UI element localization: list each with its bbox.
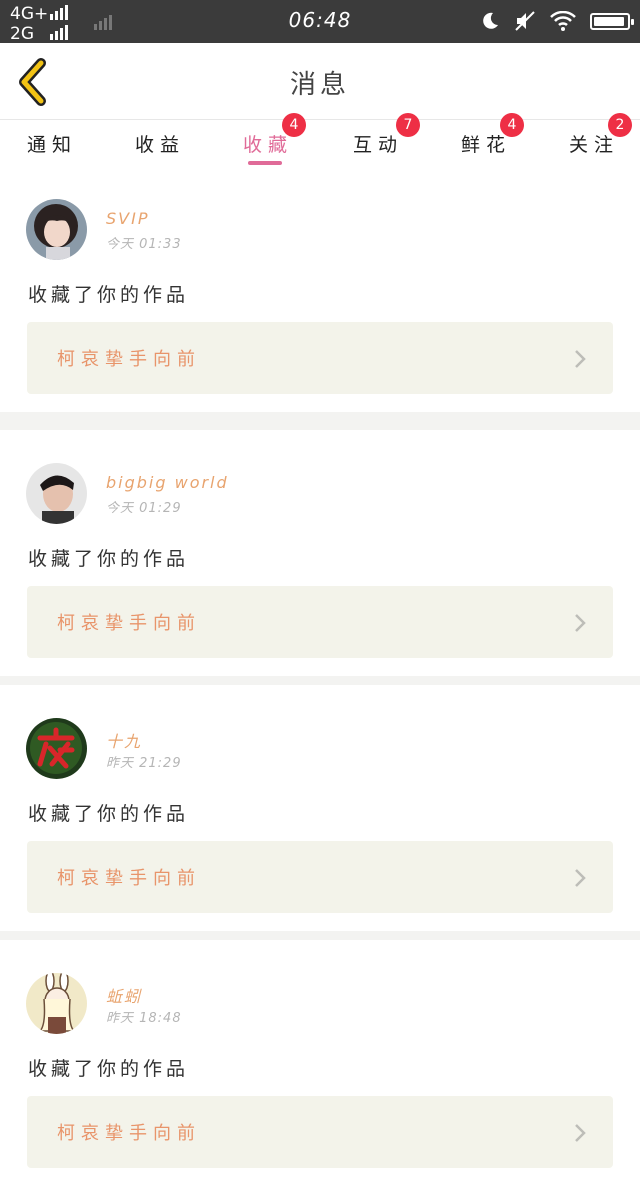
work-link[interactable]: 柯哀挚手向前 xyxy=(27,322,613,394)
timestamp: 今天 01:29 xyxy=(106,501,182,516)
chevron-right-icon xyxy=(575,1124,586,1142)
boy-photo-icon xyxy=(26,463,87,524)
work-link[interactable]: 柯哀挚手向前 xyxy=(27,586,613,658)
timestamp: 昨天 18:48 xyxy=(106,1011,182,1026)
work-title: 柯哀挚手向前 xyxy=(57,1123,201,1144)
notification-item: 十九 昨天 21:29 收藏了你的作品 柯哀挚手向前 xyxy=(0,685,640,931)
status-bar: 4G+ 2G 06:48 xyxy=(0,0,640,43)
username[interactable]: bigbig world xyxy=(106,473,229,492)
chevron-right-icon xyxy=(575,350,586,368)
battery-icon xyxy=(590,12,634,30)
timestamp: 昨天 21:29 xyxy=(106,756,182,771)
active-tab-indicator xyxy=(248,161,282,165)
work-link[interactable]: 柯哀挚手向前 xyxy=(27,1096,613,1168)
avatar[interactable] xyxy=(26,718,87,779)
notification-item: 蚯蚓 昨天 18:48 收藏了你的作品 柯哀挚手向前 xyxy=(0,940,640,1186)
unread-badge: 4 xyxy=(500,113,524,137)
action-text: 收藏了你的作品 xyxy=(28,803,190,825)
username[interactable]: 十九 xyxy=(106,728,142,752)
username[interactable]: 蚯蚓 xyxy=(106,983,142,1007)
unread-badge: 4 xyxy=(282,113,306,137)
tab-label: 收益 xyxy=(134,134,185,156)
wifi-icon xyxy=(550,11,576,31)
notification-item: bigbig world 今天 01:29 收藏了你的作品 柯哀挚手向前 xyxy=(0,430,640,676)
tab-flowers[interactable]: 鲜花 4 xyxy=(438,113,528,166)
timestamp: 今天 01:33 xyxy=(106,237,182,252)
username[interactable]: SVIP xyxy=(106,209,149,228)
bunny-girl-drawing-icon xyxy=(26,973,87,1034)
mute-icon xyxy=(515,11,535,31)
tab-earnings[interactable]: 收益 xyxy=(112,120,202,166)
moon-icon xyxy=(483,12,498,29)
avatar[interactable] xyxy=(26,463,87,524)
tab-label: 通知 xyxy=(26,134,77,156)
avatar[interactable] xyxy=(26,199,87,260)
chevron-right-icon xyxy=(575,869,586,887)
tab-favorites[interactable]: 收藏 4 xyxy=(220,113,310,166)
page-title: 消息 xyxy=(289,70,350,100)
status-icons xyxy=(480,8,634,34)
message-tabs: 通知 收益 收藏 4 互动 7 鲜花 4 关注 2 xyxy=(0,113,640,166)
avatar[interactable] xyxy=(26,973,87,1034)
work-title: 柯哀挚手向前 xyxy=(57,613,201,634)
action-text: 收藏了你的作品 xyxy=(28,548,190,570)
tab-following[interactable]: 关注 2 xyxy=(546,113,636,166)
action-text: 收藏了你的作品 xyxy=(28,284,190,306)
work-title: 柯哀挚手向前 xyxy=(57,349,201,370)
chevron-right-icon xyxy=(575,614,586,632)
work-link[interactable]: 柯哀挚手向前 xyxy=(27,841,613,913)
tab-notice[interactable]: 通知 xyxy=(4,120,94,166)
app-header: 消息 xyxy=(0,43,640,120)
night-calligraphy-icon xyxy=(26,718,87,779)
girl-photo-icon xyxy=(26,199,87,260)
unread-badge: 7 xyxy=(396,113,420,137)
unread-badge: 2 xyxy=(608,113,632,137)
battery-level xyxy=(594,16,625,26)
tab-interactions[interactable]: 互动 7 xyxy=(330,113,420,166)
action-text: 收藏了你的作品 xyxy=(28,1058,190,1080)
work-title: 柯哀挚手向前 xyxy=(57,868,201,889)
notification-item: SVIP 今天 01:33 收藏了你的作品 柯哀挚手向前 xyxy=(0,166,640,412)
